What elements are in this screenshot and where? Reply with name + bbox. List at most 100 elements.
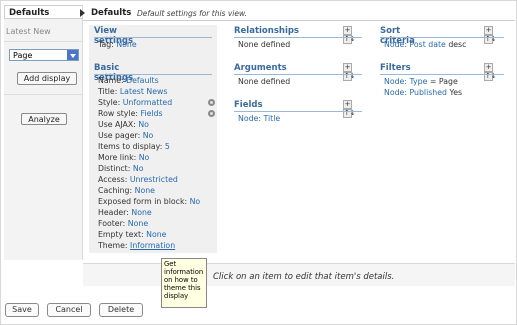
filter-item-link[interactable]: Node: Published [384, 88, 447, 97]
setting-label: More link: [98, 153, 137, 162]
add-icon[interactable]: + [343, 63, 352, 72]
divider [380, 74, 504, 75]
setting-row-row-style: Row style: Fields [98, 109, 163, 118]
fields-title: Fields [234, 100, 263, 110]
arguments-value: None defined [238, 77, 291, 86]
divider [83, 20, 515, 21]
help-message: Click on an item to edit that item's det… [213, 272, 395, 282]
setting-label: Access: [98, 175, 128, 184]
setting-label: Style: [98, 98, 121, 107]
gear-icon[interactable] [208, 110, 215, 117]
filter-item: Node: Type = Page [384, 77, 458, 86]
setting-label: Use AJAX: [98, 120, 136, 129]
panel-icons: +↑↓ [342, 100, 356, 118]
setting-row-name: Name: Defaults [98, 76, 159, 85]
setting-label: Row style: [98, 109, 139, 118]
gear-icon[interactable] [208, 99, 215, 106]
tooltip: Get information on how to theme this dis… [161, 258, 207, 308]
arguments-title: Arguments [234, 63, 287, 73]
setting-value-link[interactable]: None [146, 230, 166, 239]
display-type-select[interactable]: Page [9, 49, 79, 61]
divider [4, 41, 82, 42]
setting-label: Empty text: [98, 230, 144, 239]
panel-icons: +↑↓ [342, 26, 356, 44]
setting-label: Use pager: [98, 131, 141, 140]
add-icon[interactable]: + [484, 63, 493, 72]
relationships-title: Relationships [234, 26, 299, 36]
tab-latest-news[interactable]: Latest New [6, 27, 51, 36]
setting-label: Theme: [98, 241, 128, 250]
setting-row-style: Style: Unformatted [98, 98, 172, 107]
analyze-button[interactable]: Analyze [21, 113, 67, 125]
setting-label: Name: [98, 76, 124, 85]
sort-item: Node: Post date desc [384, 40, 466, 49]
cancel-button[interactable]: Cancel [47, 303, 91, 317]
theme-information-link[interactable]: Information [130, 241, 175, 250]
field-item-link[interactable]: Node: Title [238, 114, 280, 123]
setting-label: Title: [98, 87, 118, 96]
setting-row-header: Header: None [98, 208, 152, 217]
add-icon[interactable]: + [343, 100, 352, 109]
setting-row-exposed-form: Exposed form in block: No [98, 197, 200, 206]
divider [234, 37, 362, 38]
setting-value-link[interactable]: Unformatted [123, 98, 172, 107]
setting-value-link[interactable]: No [133, 164, 144, 173]
tag-value-link[interactable]: None [116, 40, 136, 49]
setting-value-link[interactable]: None [135, 186, 155, 195]
divider [234, 111, 362, 112]
setting-row-empty-text: Empty text: None [98, 230, 166, 239]
tag-label: Tag: [98, 40, 114, 49]
divider [94, 74, 212, 75]
panel-icons: +↑↓ [342, 63, 356, 81]
panel-icons: +↑↓ [483, 63, 497, 81]
add-icon[interactable]: + [484, 26, 493, 35]
save-button[interactable]: Save [5, 303, 39, 317]
divider [234, 74, 362, 75]
add-display-button[interactable]: Add display [17, 72, 77, 85]
add-icon[interactable]: + [343, 26, 352, 35]
setting-row-caching: Caching: None [98, 186, 155, 195]
sort-order: desc [448, 40, 467, 49]
setting-row-items: Items to display: 5 [98, 142, 170, 151]
setting-row-access: Access: Unrestricted [98, 175, 178, 184]
views-ui-frame: Defaults Latest New Page Add display Ana… [0, 0, 517, 325]
setting-label: Distinct: [98, 164, 131, 173]
page-title: Defaults [91, 8, 132, 18]
divider [94, 37, 212, 38]
setting-value-link[interactable]: None [128, 219, 148, 228]
divider [380, 37, 504, 38]
display-type-value: Page [13, 51, 33, 60]
setting-value-link[interactable]: Unrestricted [130, 175, 178, 184]
setting-value-link[interactable]: No [143, 131, 154, 140]
setting-value-link[interactable]: Fields [141, 109, 163, 118]
setting-label: Exposed form in block: [98, 197, 188, 206]
setting-row-theme: Theme: Information [98, 241, 175, 250]
setting-row-more-link: More link: No [98, 153, 149, 162]
filter-op: = Page [429, 77, 458, 86]
setting-label: Items to display: [98, 142, 163, 151]
filter-op: Yes [449, 88, 463, 97]
setting-row-use-ajax: Use AJAX: No [98, 120, 149, 129]
tab-defaults[interactable]: Defaults [4, 5, 85, 19]
delete-button[interactable]: Delete [99, 303, 143, 317]
setting-value-link[interactable]: None [131, 208, 151, 217]
filter-item: Node: Published Yes [384, 88, 462, 97]
setting-row-use-pager: Use pager: No [98, 131, 153, 140]
panel-icons: +↑↓ [483, 26, 497, 44]
tab-defaults-label: Defaults [9, 8, 50, 18]
chevron-down-icon[interactable] [67, 50, 78, 60]
setting-value-link[interactable]: No [138, 120, 149, 129]
setting-value-link[interactable]: No [139, 153, 150, 162]
setting-value-link[interactable]: Latest News [120, 87, 168, 96]
setting-value-link[interactable]: No [190, 197, 201, 206]
setting-label: Caching: [98, 186, 133, 195]
setting-row-title: Title: Latest News [98, 87, 167, 96]
display-tabs-column: Defaults Latest New Page Add display Ana… [4, 5, 85, 260]
sort-item-link[interactable]: Node: Post date [384, 40, 446, 49]
tab-arrow-icon [80, 9, 85, 17]
relationships-value: None defined [238, 40, 291, 49]
field-item: Node: Title [238, 114, 280, 123]
setting-value-link[interactable]: Defaults [126, 76, 159, 85]
setting-value-link[interactable]: 5 [165, 142, 170, 151]
filter-item-link[interactable]: Node: Type [384, 77, 427, 86]
